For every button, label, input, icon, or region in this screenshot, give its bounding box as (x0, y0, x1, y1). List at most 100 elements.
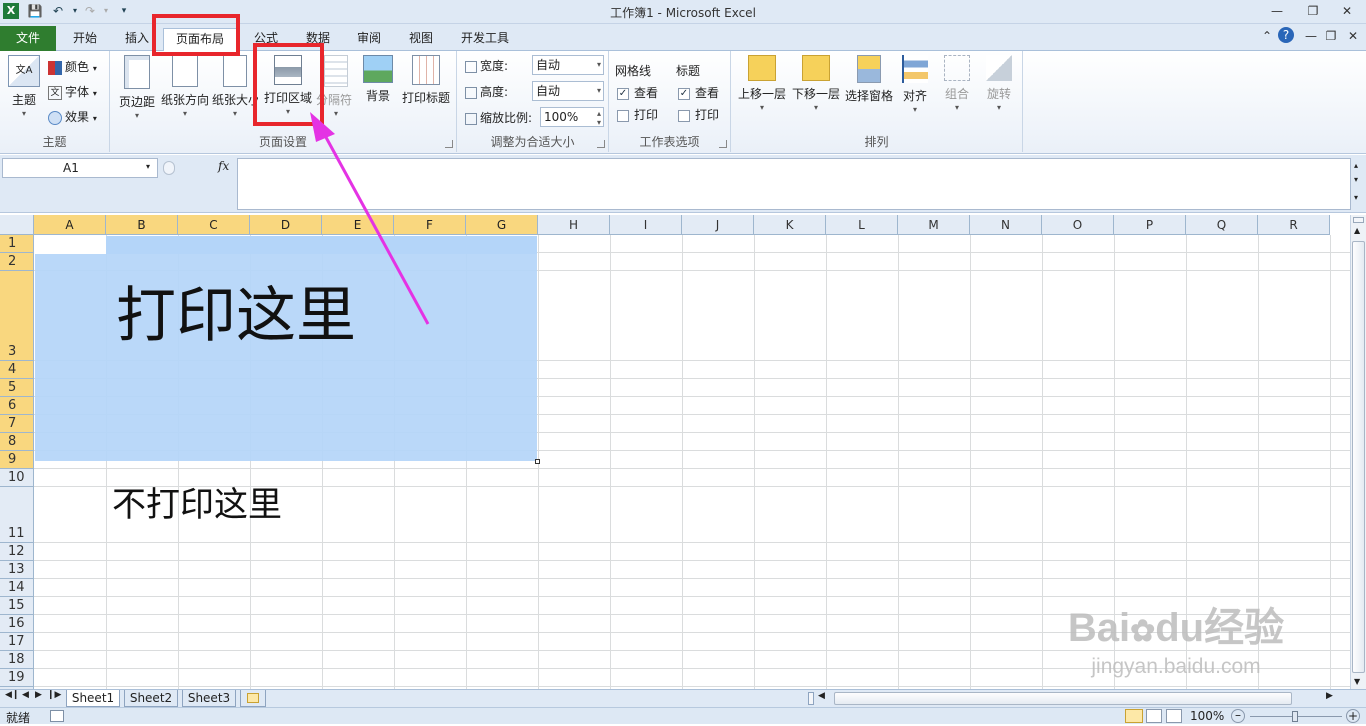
tab-developer[interactable]: 开发工具 (452, 28, 518, 51)
selection-pane-button[interactable]: 选择窗格 (843, 55, 895, 104)
restore-button[interactable]: ❐ (1302, 2, 1324, 20)
headings-view-checkbox[interactable]: ✓ 查看 (678, 83, 719, 103)
tab-split-handle[interactable] (808, 692, 814, 705)
scroll-up-icon[interactable]: ▲ (1354, 226, 1360, 235)
row-header-16[interactable]: 16 (0, 615, 34, 633)
tab-home[interactable]: 开始 (62, 28, 108, 51)
rotate-button[interactable]: 旋转 ▾ (979, 55, 1019, 114)
tab-sheet1[interactable]: Sheet1 (66, 690, 120, 707)
page-layout-view-icon[interactable] (1146, 709, 1162, 723)
formula-bar-handle-icon[interactable] (163, 161, 175, 175)
column-header-c[interactable]: C (178, 215, 250, 235)
size-button[interactable]: 纸张大小 ▾ (212, 55, 258, 120)
row-header-14[interactable]: 14 (0, 579, 34, 597)
select-all-corner[interactable] (0, 215, 34, 235)
spinner-arrows-icon[interactable]: ▴ ▾ (597, 109, 601, 127)
scale-spinner[interactable]: 100% ▴ ▾ (540, 107, 604, 127)
page-break-view-icon[interactable] (1166, 709, 1182, 723)
dialog-launcher-icon[interactable] (597, 140, 605, 148)
zoom-slider-thumb[interactable] (1292, 711, 1298, 722)
row-header-6[interactable]: 6 (0, 397, 34, 415)
workbook-close-button[interactable]: ✕ (1342, 27, 1364, 45)
row-header-10[interactable]: 10 (0, 469, 34, 487)
align-button[interactable]: 对齐 ▾ (897, 55, 933, 116)
column-header-l[interactable]: L (826, 215, 898, 235)
column-header-j[interactable]: J (682, 215, 754, 235)
gridlines-view-checkbox[interactable]: ✓ 查看 (617, 83, 658, 103)
row-header-13[interactable]: 13 (0, 561, 34, 579)
zoom-in-icon[interactable]: + (1346, 709, 1360, 723)
tab-sheet2[interactable]: Sheet2 (124, 690, 178, 707)
theme-effects-button[interactable]: 效果 ▾ (48, 107, 97, 127)
last-sheet-icon[interactable]: ❙▶ (47, 690, 61, 700)
tab-sheet3[interactable]: Sheet3 (182, 690, 236, 707)
name-box-dropdown-icon[interactable]: ▾ (146, 162, 150, 171)
row-header-18[interactable]: 18 (0, 651, 34, 669)
column-header-k[interactable]: K (754, 215, 826, 235)
macro-record-icon[interactable] (50, 710, 64, 722)
column-header-g[interactable]: G (466, 215, 538, 235)
split-box[interactable] (1353, 217, 1364, 223)
column-header-n[interactable]: N (970, 215, 1042, 235)
row-header-17[interactable]: 17 (0, 633, 34, 651)
row-header-9[interactable]: 9 (0, 451, 34, 469)
column-header-m[interactable]: M (898, 215, 970, 235)
print-titles-button[interactable]: 打印标题 (400, 55, 452, 106)
tab-review[interactable]: 审阅 (346, 28, 392, 51)
row-header-8[interactable]: 8 (0, 433, 34, 451)
fill-handle[interactable] (535, 459, 540, 464)
next-sheet-icon[interactable]: ▶ (35, 690, 42, 700)
tab-view[interactable]: 视图 (398, 28, 444, 51)
headings-print-checkbox[interactable]: 打印 (678, 105, 719, 125)
workbook-restore-button[interactable]: ❐ (1320, 27, 1342, 45)
row-header-7[interactable]: 7 (0, 415, 34, 433)
column-header-p[interactable]: P (1114, 215, 1186, 235)
column-header-a[interactable]: A (34, 215, 106, 235)
background-button[interactable]: 背景 (358, 55, 398, 104)
row-header-5[interactable]: 5 (0, 379, 34, 397)
vertical-scrollbar[interactable]: ▲ ▼ (1350, 215, 1366, 689)
width-select[interactable]: 自动 ▾ (532, 55, 604, 75)
formula-scroll-down-icon[interactable]: ▾ (1354, 175, 1358, 184)
row-header-11[interactable]: 11 (0, 487, 34, 543)
prev-sheet-icon[interactable]: ◀ (22, 690, 29, 700)
column-header-b[interactable]: B (106, 215, 178, 235)
row-header-4[interactable]: 4 (0, 361, 34, 379)
row-header-12[interactable]: 12 (0, 543, 34, 561)
dialog-launcher-icon[interactable] (445, 140, 453, 148)
formula-expand-icon[interactable]: ▾ (1354, 193, 1358, 202)
row-header-2[interactable]: 2 (0, 253, 34, 271)
themes-button[interactable]: 文A 主题 ▾ (6, 55, 42, 120)
row-header-15[interactable]: 15 (0, 597, 34, 615)
row-header-19[interactable]: 19 (0, 669, 34, 687)
column-header-r[interactable]: R (1258, 215, 1330, 235)
horizontal-scroll-thumb[interactable] (834, 692, 1292, 705)
name-box[interactable]: A1 (2, 158, 158, 178)
minimize-button[interactable]: — (1266, 2, 1288, 20)
insert-sheet-button[interactable] (240, 690, 266, 707)
collapse-ribbon-icon[interactable]: ⌃ (1256, 27, 1278, 45)
column-header-i[interactable]: I (610, 215, 682, 235)
scroll-thumb[interactable] (1352, 241, 1365, 673)
gridlines-print-checkbox[interactable]: 打印 (617, 105, 658, 125)
column-header-h[interactable]: H (538, 215, 610, 235)
close-button[interactable]: ✕ (1336, 2, 1358, 20)
column-header-o[interactable]: O (1042, 215, 1114, 235)
bring-forward-button[interactable]: 上移一层 ▾ (735, 55, 789, 114)
height-select[interactable]: 自动 ▾ (532, 81, 604, 101)
active-cell-A1[interactable] (34, 235, 106, 254)
workbook-minimize-button[interactable]: — (1300, 27, 1322, 45)
tab-file[interactable]: 文件 (0, 26, 56, 51)
zoom-out-icon[interactable]: – (1231, 709, 1245, 723)
column-header-q[interactable]: Q (1186, 215, 1258, 235)
formula-scroll-up-icon[interactable]: ▴ (1354, 161, 1358, 170)
scroll-left-icon[interactable]: ◀ (818, 691, 825, 701)
scroll-right-icon[interactable]: ▶ (1326, 691, 1333, 701)
normal-view-icon[interactable] (1125, 709, 1143, 723)
row-header-3[interactable]: 3 (0, 271, 34, 361)
dialog-launcher-icon[interactable] (719, 140, 727, 148)
help-icon[interactable]: ? (1278, 27, 1294, 43)
zoom-level[interactable]: 100% (1190, 709, 1224, 723)
first-sheet-icon[interactable]: ◀❙ (5, 690, 19, 700)
margins-button[interactable]: 页边距 ▾ (114, 55, 160, 122)
